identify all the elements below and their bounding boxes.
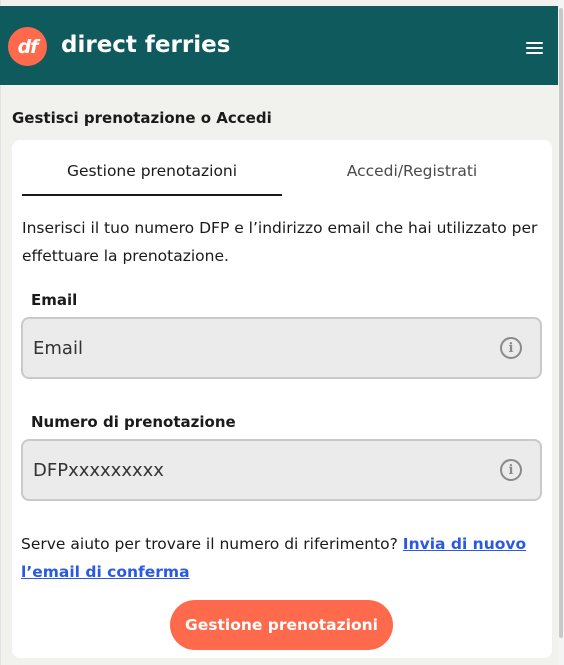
logo-icon[interactable]: df <box>8 27 47 66</box>
help-question: Serve aiuto per trovare il numero di rif… <box>21 535 403 553</box>
scrollbar-thumb[interactable] <box>559 8 563 638</box>
info-icon[interactable]: i <box>500 337 522 359</box>
help-text: Serve aiuto per trovare il numero di rif… <box>21 530 546 586</box>
tab-manage-booking[interactable]: Gestione prenotazioni <box>22 162 282 196</box>
booking-number-field[interactable] <box>33 441 493 499</box>
logo-text: df <box>17 35 39 58</box>
form-intro-text: Inserisci il tuo numero DFP e l’indirizz… <box>22 219 538 265</box>
booking-number-label: Numero di prenotazione <box>31 413 236 431</box>
brand-name[interactable]: direct ferries <box>61 32 230 58</box>
page-title: Gestisci prenotazione o Accedi <box>12 109 272 127</box>
hamburger-menu-icon[interactable] <box>526 42 543 54</box>
manage-booking-button[interactable]: Gestione prenotazioni <box>170 600 393 650</box>
info-icon[interactable]: i <box>500 459 522 481</box>
email-label: Email <box>31 291 78 309</box>
scrollbar[interactable] <box>558 0 564 665</box>
booking-number-field-container: i <box>21 439 542 501</box>
email-field-container: i <box>21 317 542 379</box>
tab-login-register[interactable]: Accedi/Registrati <box>282 162 542 196</box>
site-header: df direct ferries <box>0 6 558 85</box>
email-field[interactable] <box>33 319 493 377</box>
